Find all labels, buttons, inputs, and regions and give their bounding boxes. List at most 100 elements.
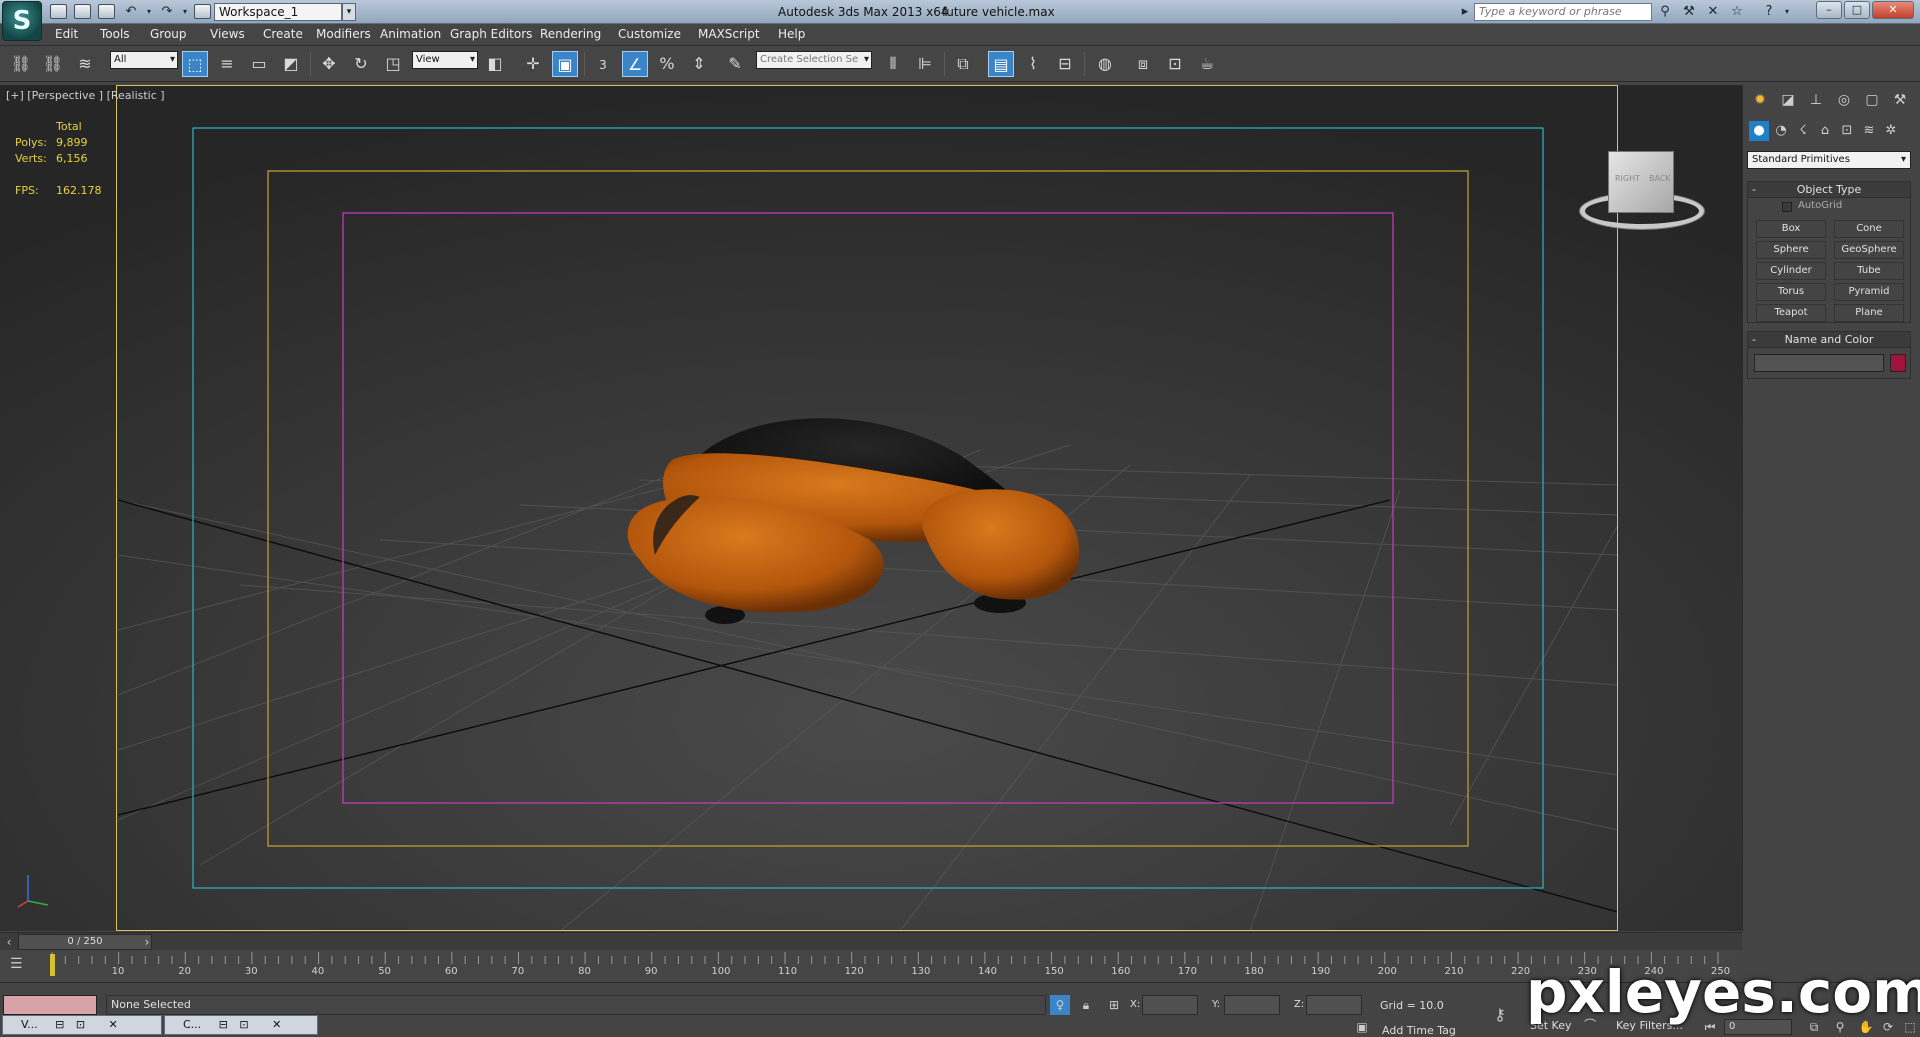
- menu-animation[interactable]: Animation: [380, 27, 441, 41]
- collapse-icon[interactable]: -: [1752, 332, 1756, 347]
- box-button[interactable]: Box: [1756, 220, 1826, 238]
- time-slider-prev-icon[interactable]: ‹: [0, 933, 18, 951]
- restore-icon[interactable]: ⊡: [76, 1018, 85, 1031]
- save-file-icon[interactable]: [98, 4, 115, 19]
- collapse-icon[interactable]: -: [1752, 182, 1756, 197]
- close-icon[interactable]: ✕: [109, 1018, 118, 1031]
- binoculars-icon[interactable]: ⚲: [1656, 4, 1674, 20]
- minimize-icon[interactable]: ⊟: [55, 1018, 64, 1031]
- track-bar[interactable]: ☰ 10 20 30 40 50 60 70 80 90 100 110 120 130 140 150 16…: [0, 950, 1742, 982]
- favorites-star-icon[interactable]: ☆: [1728, 4, 1746, 20]
- help-icon[interactable]: ?: [1760, 4, 1778, 20]
- redo-dropdown-icon[interactable]: ▾: [176, 4, 194, 20]
- current-frame-marker[interactable]: [50, 954, 55, 976]
- snaps-toggle-icon[interactable]: 3: [590, 51, 616, 77]
- taskbar-tab-viewport[interactable]: V... ⊟ ⊡ ✕: [2, 1015, 162, 1035]
- utilities-tab-icon[interactable]: ⚒: [1889, 89, 1911, 111]
- cone-button[interactable]: Cone: [1834, 220, 1904, 238]
- viewport-label[interactable]: [+] [Perspective ] [Realistic ]: [6, 89, 165, 102]
- teapot-button[interactable]: Teapot: [1756, 304, 1826, 322]
- tube-button[interactable]: Tube: [1834, 262, 1904, 280]
- layer-manager-icon[interactable]: ⧉: [950, 51, 976, 77]
- menu-help[interactable]: Help: [778, 27, 805, 41]
- percent-snap-icon[interactable]: %: [654, 51, 680, 77]
- restore-icon[interactable]: ⊡: [239, 1018, 248, 1031]
- maxscript-mini-listener[interactable]: [3, 995, 97, 1015]
- select-and-rotate-icon[interactable]: ↻: [348, 51, 374, 77]
- autogrid-checkbox[interactable]: [1782, 202, 1792, 212]
- motion-tab-icon[interactable]: ◎: [1833, 89, 1855, 111]
- rectangular-selection-icon[interactable]: ▭: [246, 51, 272, 77]
- torus-button[interactable]: Torus: [1756, 283, 1826, 301]
- viewcube[interactable]: RIGHT BACK: [1580, 151, 1704, 237]
- curve-editor-icon[interactable]: ⌇: [1020, 51, 1046, 77]
- subscription-center-icon[interactable]: ⚒: [1680, 4, 1698, 20]
- hierarchy-tab-icon[interactable]: ⊥: [1805, 89, 1827, 111]
- window-crossing-icon[interactable]: ◩: [278, 51, 304, 77]
- key-icon[interactable]: ⚷: [1490, 1005, 1510, 1025]
- select-and-link-icon[interactable]: ⛓: [8, 51, 34, 77]
- render-setup-icon[interactable]: ⧈: [1130, 51, 1156, 77]
- app-logo[interactable]: S: [2, 1, 42, 41]
- object-type-header[interactable]: - Object Type: [1748, 182, 1910, 198]
- plane-button[interactable]: Plane: [1834, 304, 1904, 322]
- primitive-category-dropdown[interactable]: Standard Primitives: [1747, 151, 1911, 169]
- time-tag-icon[interactable]: ▣: [1352, 1017, 1372, 1037]
- taskbar-tab-command[interactable]: C... ⊟ ⊡ ✕: [164, 1015, 318, 1035]
- viewcube-box[interactable]: RIGHT BACK: [1608, 151, 1674, 213]
- minimize-button[interactable]: –: [1816, 1, 1842, 19]
- align-icon[interactable]: ⊫: [912, 51, 938, 77]
- menu-create[interactable]: Create: [263, 27, 303, 41]
- mirror-icon[interactable]: ⫴: [880, 51, 906, 77]
- close-button[interactable]: ✕: [1872, 1, 1914, 19]
- infocenter-expand-icon[interactable]: ▸: [1456, 4, 1474, 20]
- add-time-tag[interactable]: Add Time Tag: [1382, 1024, 1456, 1037]
- material-editor-icon[interactable]: ◍: [1092, 51, 1118, 77]
- rendered-frame-window-icon[interactable]: ⊡: [1162, 51, 1188, 77]
- angle-snap-icon[interactable]: ∠: [622, 51, 648, 77]
- project-folder-icon[interactable]: [194, 4, 211, 19]
- undo-icon[interactable]: ↶: [122, 4, 140, 20]
- object-name-input[interactable]: [1754, 354, 1884, 372]
- menu-tools[interactable]: Tools: [100, 27, 130, 41]
- close-icon[interactable]: ✕: [272, 1018, 281, 1031]
- menu-group[interactable]: Group: [150, 27, 187, 41]
- space-warps-icon[interactable]: ≋: [1859, 121, 1879, 141]
- bind-to-space-warp-icon[interactable]: ≋: [72, 51, 98, 77]
- menu-customize[interactable]: Customize: [618, 27, 681, 41]
- help-dropdown-icon[interactable]: ▾: [1778, 4, 1796, 20]
- select-and-move-icon[interactable]: ✥: [316, 51, 342, 77]
- menu-edit[interactable]: Edit: [55, 27, 78, 41]
- absolute-mode-icon[interactable]: ⊞: [1104, 995, 1124, 1015]
- spinner-snap-icon[interactable]: ⇕: [686, 51, 712, 77]
- menu-modifiers[interactable]: Modifiers: [316, 27, 371, 41]
- name-and-color-header[interactable]: - Name and Color: [1748, 332, 1910, 348]
- new-file-icon[interactable]: [50, 4, 67, 19]
- perspective-viewport[interactable]: [+] [Perspective ] [Realistic ] Total Po…: [0, 85, 1742, 931]
- pyramid-button[interactable]: Pyramid: [1834, 283, 1904, 301]
- open-file-icon[interactable]: [74, 4, 91, 19]
- chevron-down-icon[interactable]: ▾: [342, 3, 356, 21]
- y-coordinate-input[interactable]: [1224, 995, 1280, 1015]
- viewcube-face-right[interactable]: RIGHT: [1615, 174, 1640, 183]
- selection-lock-icon[interactable]: 🔒︎: [1076, 995, 1096, 1015]
- schematic-view-icon[interactable]: ⊟: [1052, 51, 1078, 77]
- undo-dropdown-icon[interactable]: ▾: [140, 4, 158, 20]
- object-color-swatch[interactable]: [1890, 354, 1906, 372]
- minimize-icon[interactable]: ⊟: [219, 1018, 228, 1031]
- menu-graph-editors[interactable]: Graph Editors: [450, 27, 532, 41]
- select-and-manipulate-icon[interactable]: ✛: [520, 51, 546, 77]
- menu-rendering[interactable]: Rendering: [540, 27, 601, 41]
- use-pivot-center-icon[interactable]: ◧: [482, 51, 508, 77]
- lights-icon[interactable]: ☇: [1793, 121, 1813, 141]
- systems-icon[interactable]: ✲: [1881, 121, 1901, 141]
- graphite-ribbon-icon[interactable]: ▤: [988, 51, 1014, 77]
- maximize-button[interactable]: □: [1844, 1, 1870, 19]
- selection-filter-dropdown[interactable]: All: [110, 51, 178, 69]
- select-object-icon[interactable]: ⬚: [182, 51, 208, 77]
- keyboard-shortcut-override-icon[interactable]: ▣: [552, 51, 578, 77]
- select-by-name-icon[interactable]: ≡: [214, 51, 240, 77]
- select-and-scale-icon[interactable]: ◳: [380, 51, 406, 77]
- edit-named-selection-icon[interactable]: ✎: [722, 51, 748, 77]
- geosphere-button[interactable]: GeoSphere: [1834, 241, 1904, 259]
